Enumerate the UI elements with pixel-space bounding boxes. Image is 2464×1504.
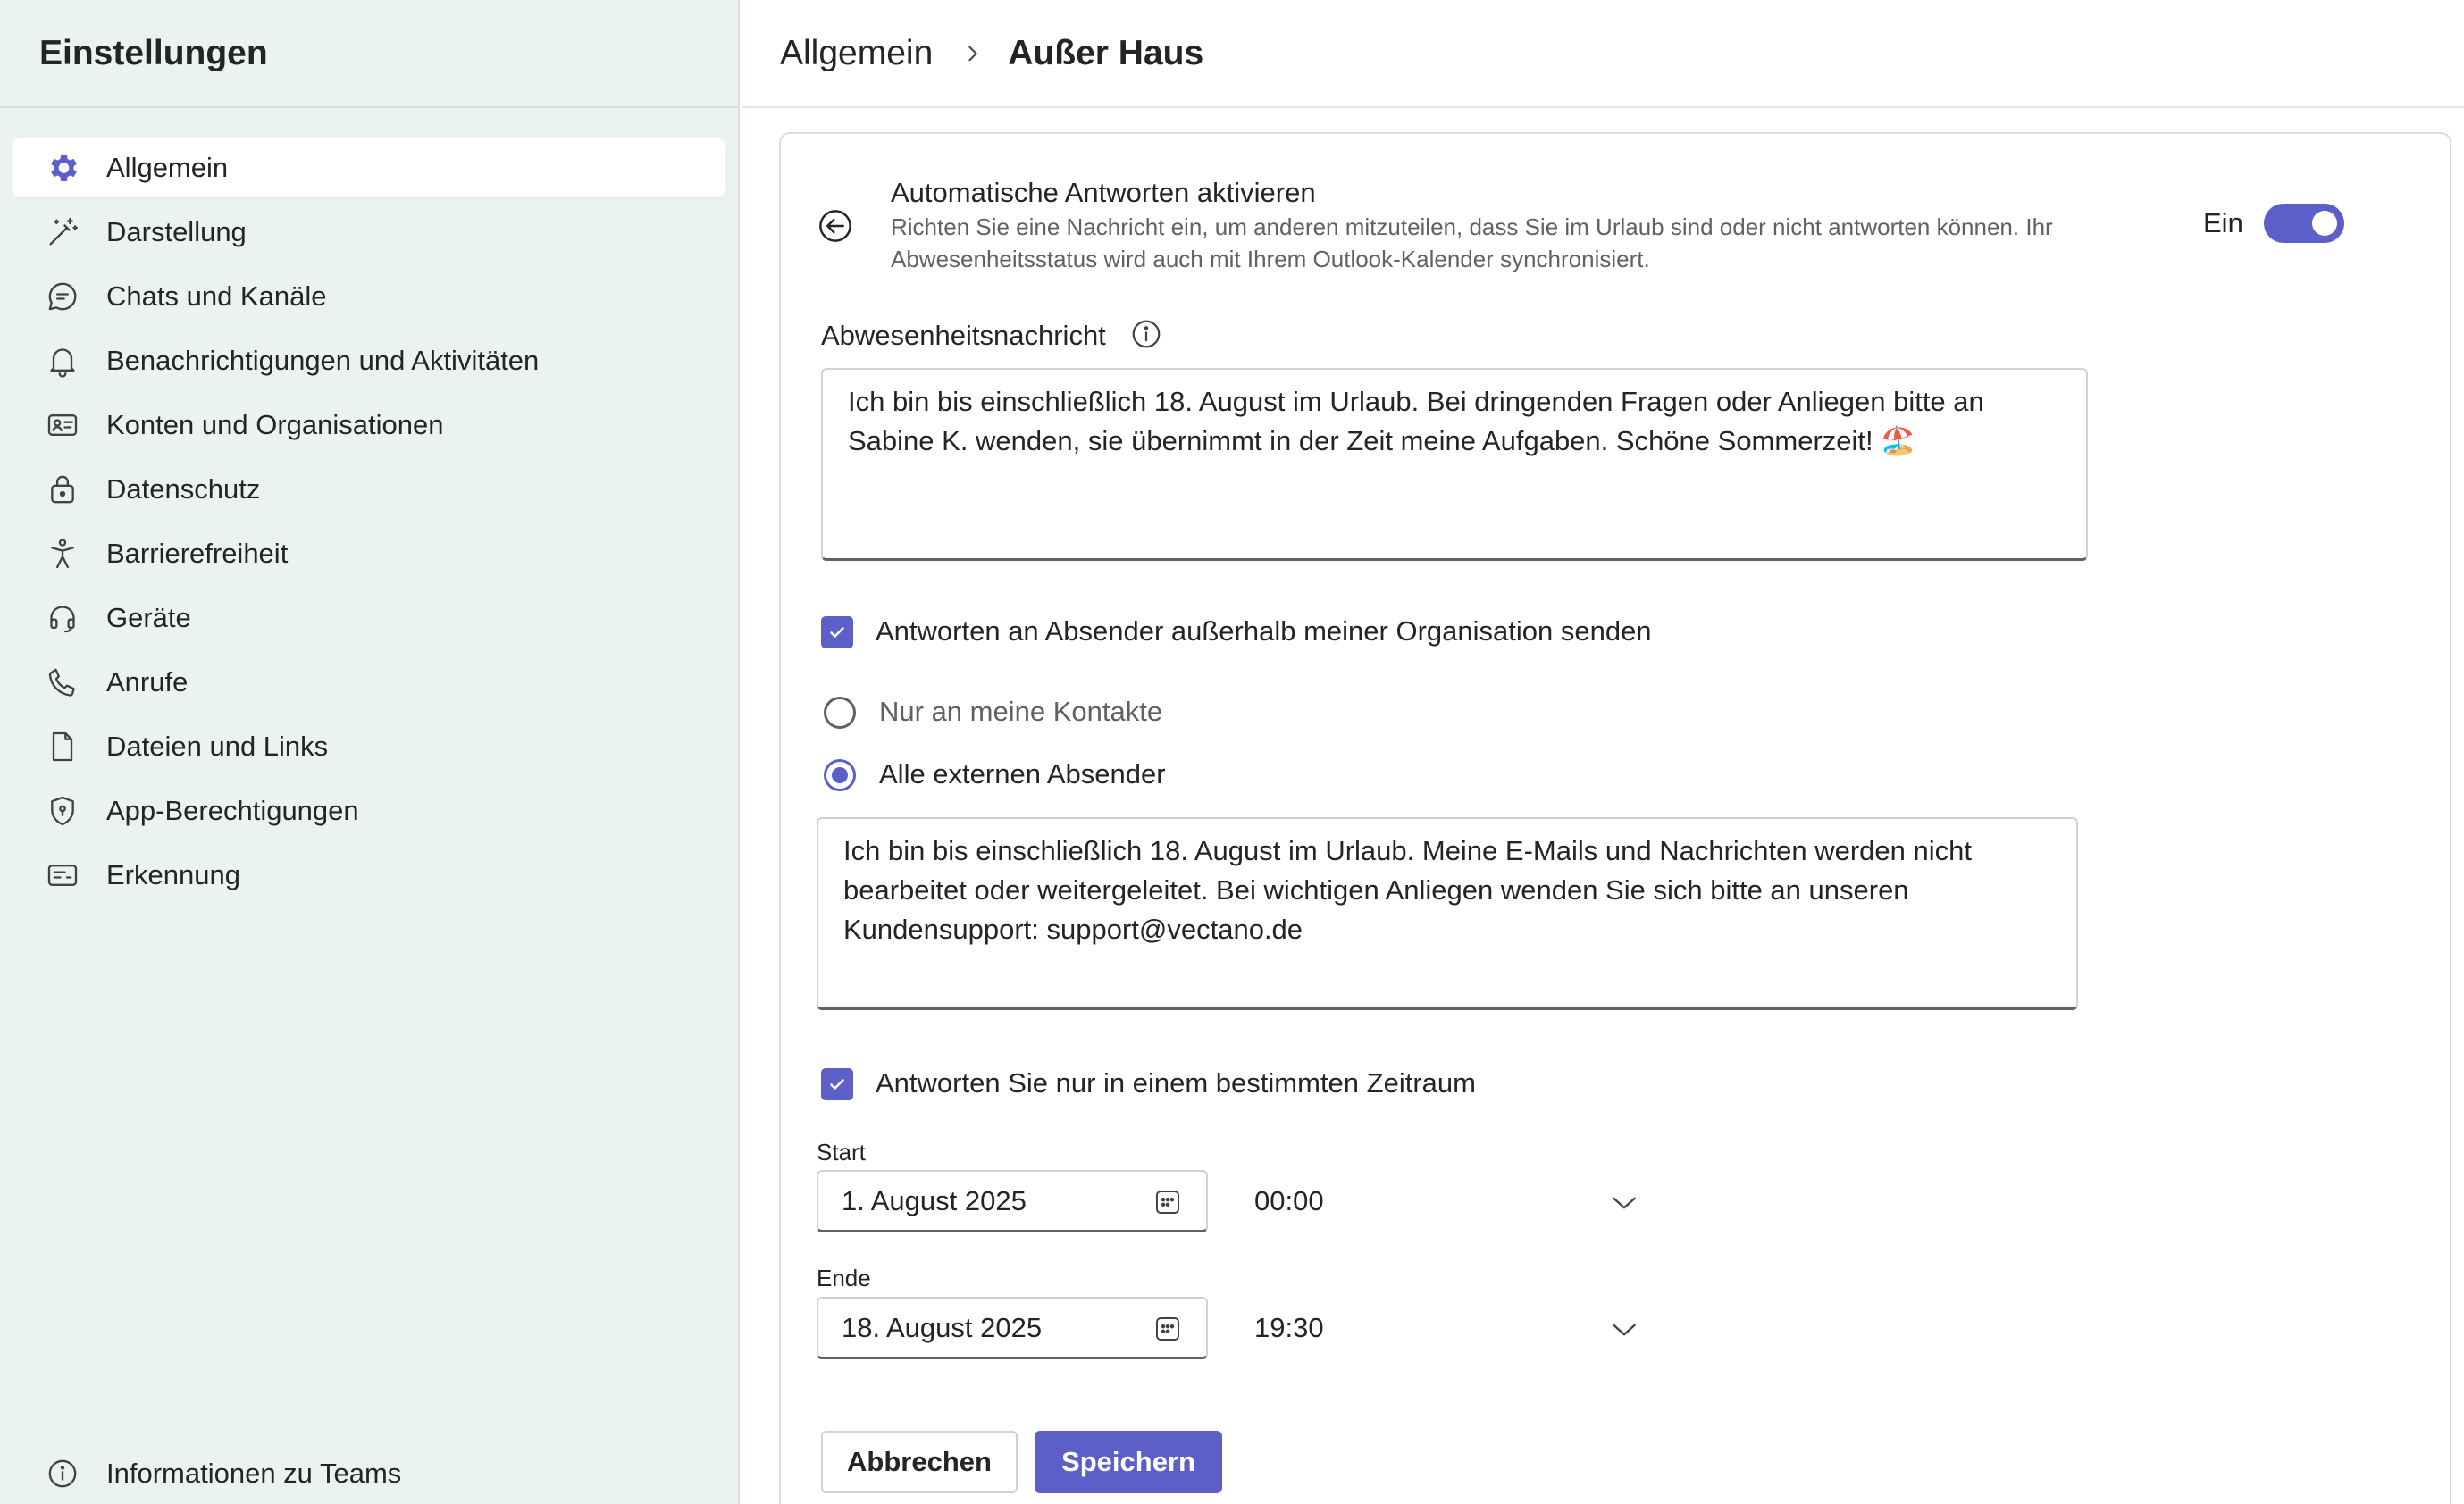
end-date-value: 18. August 2025 (842, 1311, 1043, 1343)
auto-reply-toggle[interactable] (2264, 204, 2344, 243)
auto-reply-title: Automatische Antworten aktivieren (891, 177, 1316, 208)
sidebar-item-geraete[interactable]: Geräte (12, 589, 725, 648)
chevron-right-icon (963, 44, 983, 63)
radio-contacts-only-label[interactable]: Nur an meine Kontakte (879, 696, 1162, 728)
bell-icon (44, 342, 81, 380)
sidebar-item-label: Informationen zu Teams (106, 1458, 402, 1489)
settings-nav: Allgemein Darstellung Chats und Kanäle B… (12, 138, 725, 910)
sidebar-header: Einstellungen (0, 0, 738, 108)
shield-icon (44, 792, 81, 830)
schedule-label[interactable]: Antworten Sie nur in einem bestimmten Ze… (876, 1067, 1476, 1099)
sidebar-item-app-berechtigungen[interactable]: App-Berechtigungen (12, 781, 725, 840)
page-title: Außer Haus (1008, 33, 1204, 72)
settings-sidebar: Einstellungen Allgemein Darstellung Chat… (0, 0, 740, 1504)
sidebar-item-label: Darstellung (106, 216, 247, 247)
message-label: Abwesenheitsnachricht (821, 320, 1106, 351)
sidebar-item-label: Konten und Organisationen (106, 409, 444, 440)
out-of-office-card: Automatische Antworten aktivieren Richte… (779, 132, 2451, 1504)
toggle-state-label: Ein (2203, 207, 2243, 238)
sidebar-item-label: App-Berechtigungen (106, 795, 359, 826)
start-time-value: 00:00 (1254, 1185, 1324, 1216)
radio-all-external-label[interactable]: Alle externen Absender (879, 758, 1166, 790)
calendar-icon[interactable] (1152, 1187, 1183, 1217)
internal-message-textarea[interactable]: Ich bin bis einschließlich 18. August im… (821, 368, 2088, 561)
lock-icon (44, 471, 81, 508)
sidebar-item-benachrichtigungen[interactable]: Benachrichtigungen und Aktivitäten (12, 331, 725, 390)
sidebar-item-barrierefreiheit[interactable]: Barrierefreiheit (12, 524, 725, 583)
sidebar-item-about-teams[interactable]: Informationen zu Teams (12, 1444, 725, 1503)
sidebar-item-erkennung[interactable]: Erkennung (12, 846, 725, 905)
start-date-input[interactable]: 1. August 2025 (817, 1170, 1208, 1232)
gear-icon (44, 149, 81, 187)
info-icon[interactable] (1129, 317, 1163, 351)
sidebar-item-label: Allgemein (106, 152, 229, 183)
sidebar-item-dateien[interactable]: Dateien und Links (12, 717, 725, 776)
chat-bubble-icon (44, 278, 81, 315)
chevron-down-icon (1610, 1190, 1638, 1213)
sidebar-item-label: Dateien und Links (106, 731, 329, 762)
end-label: Ende (817, 1265, 871, 1291)
radio-contacts-only[interactable] (824, 697, 856, 729)
sidebar-item-label: Benachrichtigungen und Aktivitäten (106, 345, 540, 376)
sidebar-item-chats[interactable]: Chats und Kanäle (12, 267, 725, 326)
headset-icon (44, 599, 81, 637)
start-label: Start (817, 1139, 866, 1166)
radio-all-external[interactable] (824, 759, 856, 791)
external-replies-label[interactable]: Antworten an Absender außerhalb meiner O… (876, 615, 1652, 648)
sidebar-item-label: Geräte (106, 602, 191, 633)
back-arrow-icon[interactable] (817, 207, 854, 245)
info-icon (44, 1455, 81, 1492)
sidebar-item-konten[interactable]: Konten und Organisationen (12, 396, 725, 455)
calendar-icon[interactable] (1152, 1314, 1183, 1344)
cancel-button[interactable]: Abbrechen (821, 1431, 1018, 1493)
breadcrumb-parent-link[interactable]: Allgemein (780, 34, 933, 73)
save-button[interactable]: Speichern (1035, 1431, 1222, 1493)
sidebar-item-datenschutz[interactable]: Datenschutz (12, 460, 725, 519)
sidebar-item-label: Datenschutz (106, 473, 261, 505)
schedule-checkbox[interactable] (821, 1068, 853, 1100)
accessibility-icon (44, 535, 81, 572)
breadcrumb: Allgemein Außer Haus (742, 0, 2464, 108)
start-time-select[interactable]: 00:00 (1254, 1170, 1638, 1232)
end-time-select[interactable]: 19:30 (1254, 1297, 1638, 1359)
sidebar-item-label: Erkennung (106, 859, 240, 890)
sidebar-item-allgemein[interactable]: Allgemein (12, 138, 725, 197)
start-date-value: 1. August 2025 (842, 1184, 1027, 1216)
sidebar-item-label: Anrufe (106, 666, 189, 698)
sidebar-item-darstellung[interactable]: Darstellung (12, 203, 725, 262)
sidebar-footer: Informationen zu Teams (12, 1444, 725, 1504)
magic-wand-icon (44, 213, 81, 251)
toggle-knob (2312, 211, 2337, 236)
chevron-down-icon (1610, 1316, 1638, 1340)
external-replies-checkbox[interactable] (821, 616, 853, 648)
external-message-textarea[interactable]: Ich bin bis einschließlich 18. August im… (817, 817, 2078, 1010)
end-time-value: 19:30 (1254, 1312, 1324, 1343)
document-icon (44, 728, 81, 765)
sidebar-title: Einstellungen (39, 33, 268, 72)
id-card-icon (44, 406, 81, 444)
sidebar-item-label: Chats und Kanäle (106, 280, 327, 312)
caption-icon (44, 856, 81, 894)
auto-reply-description: Richten Sie eine Nachricht ein, um ander… (891, 213, 2053, 272)
end-date-input[interactable]: 18. August 2025 (817, 1297, 1208, 1359)
sidebar-item-anrufe[interactable]: Anrufe (12, 653, 725, 712)
sidebar-item-label: Barrierefreiheit (106, 538, 289, 569)
phone-icon (44, 664, 81, 701)
